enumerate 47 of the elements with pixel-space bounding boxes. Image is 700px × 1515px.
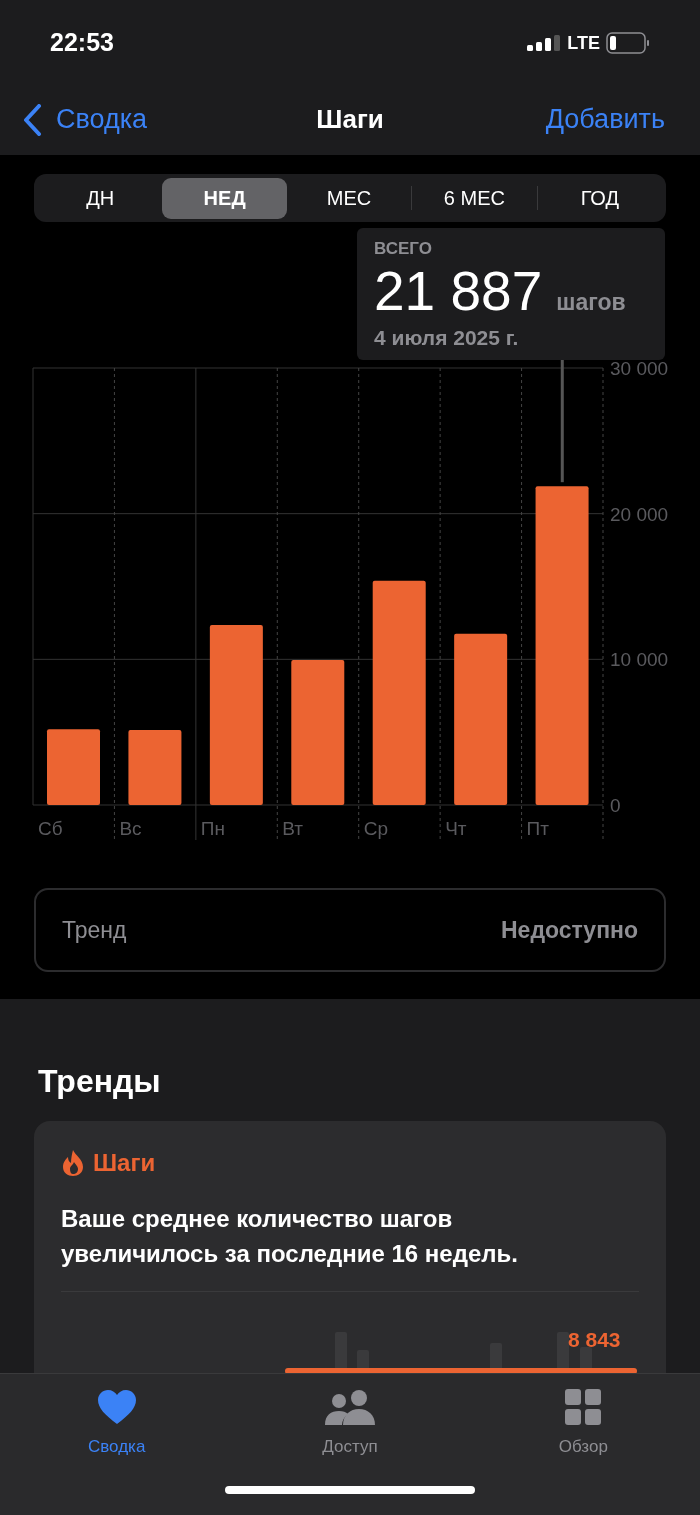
summary-label: ВСЕГО: [374, 238, 433, 260]
back-button[interactable]: Сводка: [22, 99, 148, 140]
bar[interactable]: [454, 633, 508, 805]
trend-description: Ваше среднее количество шагов увеличилось за последние 16 недель.: [61, 1204, 519, 1269]
day-label: Вт: [282, 818, 304, 839]
day-label: Пн: [200, 818, 225, 839]
summary-unit: шагов: [556, 287, 626, 317]
network-label: LTE: [567, 31, 600, 55]
trend-value: Недоступно: [501, 915, 638, 945]
add-button[interactable]: Добавить: [545, 99, 678, 140]
axis-tick: 30 000: [610, 360, 669, 379]
tab-bar-item[interactable]: Доступ: [233, 1388, 467, 1460]
bar[interactable]: [535, 486, 589, 805]
bar[interactable]: [372, 580, 426, 805]
people-icon: [323, 1389, 377, 1425]
period-tab[interactable]: ДН: [38, 177, 163, 219]
axis-tick: 20 000: [610, 503, 669, 525]
trend-label: Тренд: [62, 915, 127, 945]
day-label: Сб: [38, 818, 63, 839]
summary-value: 21 887: [374, 259, 543, 322]
heart-icon: [96, 1389, 137, 1425]
axis-tick: 10 000: [610, 649, 669, 671]
tab-bar-item[interactable]: Сводка: [0, 1388, 234, 1460]
battery-icon: [606, 32, 650, 54]
summary-date: 4 июля 2025 г.: [374, 324, 520, 351]
axis-tick: 0: [610, 795, 621, 816]
period-tab[interactable]: 6 МЕС: [412, 177, 537, 219]
trend-row[interactable]: Тренд Недоступно: [34, 888, 666, 972]
signal-icon: [527, 35, 562, 51]
day-label: Вс: [119, 818, 142, 839]
section-heading: Тренды: [38, 1062, 162, 1101]
period-tab[interactable]: НЕД: [162, 177, 287, 219]
trend-average-value: 8 843: [568, 1327, 621, 1353]
trend-card[interactable]: Шаги Ваше среднее количество шагов увеличилось за последние 16 недель. 8 843: [34, 1121, 666, 1373]
flame-icon: [61, 1149, 85, 1177]
card-category: Шаги: [93, 1148, 156, 1178]
grid-icon: [565, 1389, 602, 1425]
chevron-left-icon: [22, 103, 42, 136]
day-label: Пт: [526, 818, 549, 839]
period-tab[interactable]: МЕС: [286, 177, 412, 219]
status-time: 22:53: [50, 27, 114, 59]
tab-bar-item[interactable]: Обзор: [466, 1388, 700, 1460]
day-label: Ср: [363, 818, 388, 839]
screen-title: Шаги: [316, 103, 384, 136]
day-label: Чт: [445, 818, 467, 839]
bar[interactable]: [128, 730, 182, 805]
period-tab[interactable]: ГОД: [537, 177, 663, 219]
